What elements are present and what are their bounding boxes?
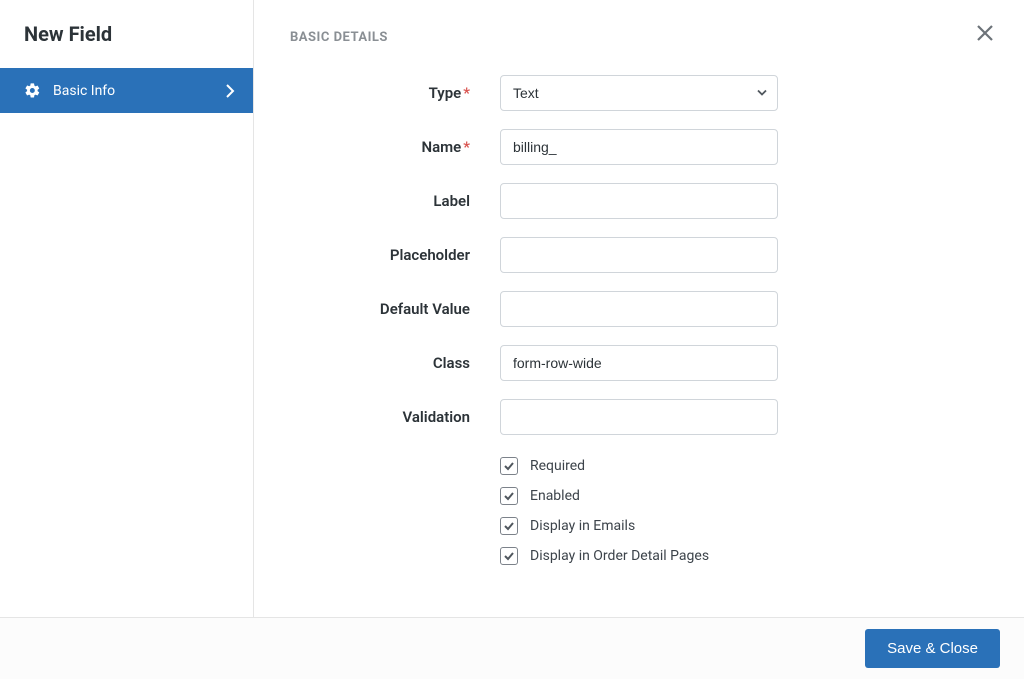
chevron-right-icon (225, 84, 235, 98)
type-label: Type* (290, 84, 500, 102)
sidebar-item-basic-info[interactable]: Basic Info (0, 68, 253, 113)
type-select[interactable]: Text (500, 75, 778, 111)
gear-icon (24, 82, 41, 99)
enabled-checkbox-label: Enabled (530, 488, 580, 504)
label-input[interactable] (500, 183, 778, 219)
name-input[interactable] (500, 129, 778, 165)
placeholder-label: Placeholder (290, 246, 500, 264)
close-button[interactable] (972, 20, 998, 50)
name-label: Name* (290, 138, 500, 156)
save-close-button[interactable]: Save & Close (865, 629, 1000, 668)
section-heading: BASIC DETAILS (290, 30, 988, 45)
sidebar: New Field Basic Info (0, 0, 254, 617)
content: BASIC DETAILS Type* Text Name* (254, 0, 1024, 617)
validation-input[interactable] (500, 399, 778, 435)
enabled-checkbox[interactable] (500, 487, 518, 505)
placeholder-input[interactable] (500, 237, 778, 273)
display-order-checkbox-label: Display in Order Detail Pages (530, 548, 709, 564)
required-checkbox-label: Required (530, 458, 585, 474)
display-order-checkbox[interactable] (500, 547, 518, 565)
default-value-label: Default Value (290, 300, 500, 318)
sidebar-title: New Field (0, 0, 253, 68)
footer: Save & Close (0, 617, 1024, 679)
label-label: Label (290, 192, 500, 210)
required-checkbox[interactable] (500, 457, 518, 475)
display-emails-checkbox[interactable] (500, 517, 518, 535)
validation-label: Validation (290, 408, 500, 426)
class-label: Class (290, 354, 500, 372)
display-emails-checkbox-label: Display in Emails (530, 518, 635, 534)
sidebar-item-label: Basic Info (53, 83, 225, 99)
class-input[interactable] (500, 345, 778, 381)
default-value-input[interactable] (500, 291, 778, 327)
